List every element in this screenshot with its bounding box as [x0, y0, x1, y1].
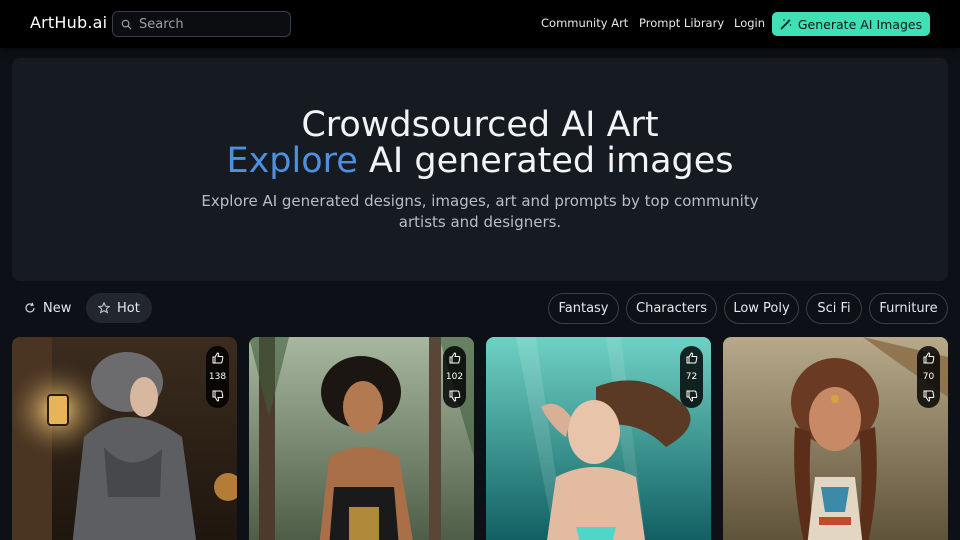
- hero-subtitle-heading: Explore AI generated images: [12, 141, 948, 181]
- category-chip-fantasy[interactable]: Fantasy: [548, 293, 619, 324]
- category-chip-characters[interactable]: Characters: [626, 293, 717, 324]
- category-chip-low-poly[interactable]: Low Poly: [724, 293, 799, 324]
- hero-description: Explore AI generated designs, images, ar…: [201, 192, 759, 231]
- art-image-hooded-warrior: [12, 337, 237, 540]
- generate-ai-images-button[interactable]: Generate AI Images: [772, 12, 930, 36]
- art-card[interactable]: 102: [249, 337, 474, 540]
- thumbs-up-icon[interactable]: [923, 352, 935, 364]
- search-box[interactable]: [112, 11, 291, 37]
- sort-new-button[interactable]: New: [12, 293, 83, 323]
- thumbs-up-icon[interactable]: [686, 352, 698, 364]
- art-card[interactable]: 138: [12, 337, 237, 540]
- search-input[interactable]: [139, 16, 279, 32]
- nav-link-community-art[interactable]: Community Art: [541, 16, 628, 30]
- hero-panel: Crowdsourced AI Art Explore AI generated…: [12, 58, 948, 281]
- thumbs-down-icon[interactable]: [923, 390, 935, 402]
- magic-wand-icon: [780, 18, 792, 30]
- sort-new-label: New: [43, 300, 72, 316]
- vote-widget: 102: [443, 346, 466, 408]
- vote-widget: 138: [206, 346, 229, 408]
- art-card[interactable]: 70: [723, 337, 948, 540]
- like-count: 72: [685, 372, 698, 382]
- art-image-native-woman-braids: [723, 337, 948, 540]
- category-chip-furniture[interactable]: Furniture: [869, 293, 948, 324]
- hero-title: Crowdsourced AI Art: [301, 105, 659, 145]
- nav-link-login[interactable]: Login: [734, 16, 765, 30]
- thumbs-up-icon[interactable]: [449, 352, 461, 364]
- like-count: 138: [208, 372, 227, 382]
- site-logo[interactable]: ArtHub.ai: [30, 13, 107, 32]
- sort-hot-button[interactable]: Hot: [86, 293, 152, 323]
- search-icon: [121, 19, 132, 30]
- like-count: 70: [922, 372, 935, 382]
- thumbs-up-icon[interactable]: [212, 352, 224, 364]
- vote-widget: 72: [680, 346, 703, 408]
- art-image-forest-warrior-woman: [249, 337, 474, 540]
- generate-button-label: Generate AI Images: [797, 16, 923, 32]
- hero-heading-rest: AI generated images: [368, 141, 734, 181]
- art-image-underwater-woman: [486, 337, 711, 540]
- thumbs-down-icon[interactable]: [686, 390, 698, 402]
- vote-widget: 70: [917, 346, 940, 408]
- thumbs-down-icon[interactable]: [449, 390, 461, 402]
- sort-hot-label: Hot: [117, 300, 140, 316]
- refresh-icon: [25, 302, 35, 313]
- hero-accent-word: Explore: [226, 141, 358, 181]
- art-card[interactable]: 72: [486, 337, 711, 540]
- category-chip-sci-fi[interactable]: Sci Fi: [806, 293, 862, 324]
- nav-link-prompt-library[interactable]: Prompt Library: [639, 16, 724, 30]
- like-count: 102: [445, 372, 464, 382]
- thumbs-down-icon[interactable]: [212, 390, 224, 402]
- star-icon: [98, 302, 110, 314]
- top-navbar: ArtHub.ai Community Art Prompt Library L…: [0, 0, 960, 48]
